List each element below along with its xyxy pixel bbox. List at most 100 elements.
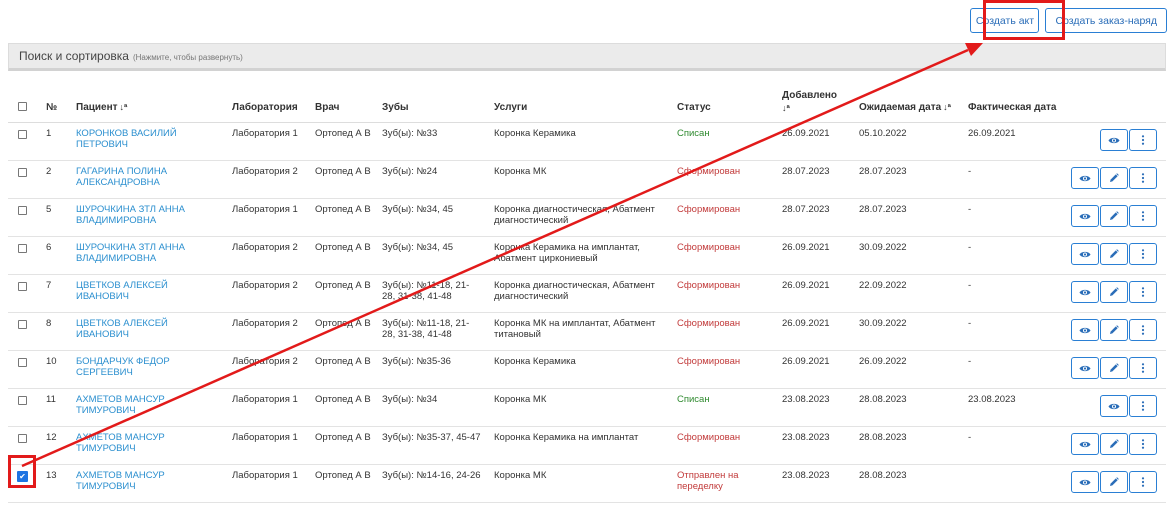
table-row: 12 АХМЕТОВ МАНСУР ТИМУРОВИЧ Лаборатория 1 О… xyxy=(8,426,1166,465)
more-actions-button[interactable] xyxy=(1129,167,1157,189)
expected-date-cell: 28.08.2023 xyxy=(859,394,907,405)
view-button[interactable] xyxy=(1100,395,1128,417)
added-date-cell: 26.09.2021 xyxy=(782,242,830,253)
pencil-icon xyxy=(1109,287,1119,297)
patient-link[interactable]: ГАГАРИНА ПОЛИНА АЛЕКСАНДРОВНА xyxy=(76,166,206,188)
lab-cell: Лаборатория 1 xyxy=(232,204,298,215)
edit-button[interactable] xyxy=(1100,319,1128,341)
edit-button[interactable] xyxy=(1100,357,1128,379)
view-button[interactable] xyxy=(1071,357,1099,379)
row-checkbox[interactable] xyxy=(18,320,27,329)
row-checkbox[interactable] xyxy=(18,130,27,139)
row-checkbox[interactable] xyxy=(18,244,27,253)
lab-cell: Лаборатория 2 xyxy=(232,356,298,367)
search-sort-panel[interactable]: Поиск и сортировка (Нажмите, чтобы разве… xyxy=(8,43,1166,71)
patient-link[interactable]: ШУРОЧКИНА ЗТЛ АННА ВЛАДИМИРОВНА xyxy=(76,242,206,264)
actual-date-cell: - xyxy=(968,280,972,291)
patient-link[interactable]: ЦВЕТКОВ АЛЕКСЕЙ ИВАНОВИЧ xyxy=(76,318,206,340)
more-actions-button[interactable] xyxy=(1129,357,1157,379)
eye-icon xyxy=(1079,440,1091,449)
row-checkbox[interactable] xyxy=(18,358,27,367)
view-button[interactable] xyxy=(1071,471,1099,493)
view-button[interactable] xyxy=(1071,167,1099,189)
kebab-menu-icon xyxy=(1141,363,1145,373)
teeth-cell: Зуб(ы): №34, 45 xyxy=(382,242,454,253)
sort-icon: ↓ª xyxy=(119,102,128,112)
actual-date-cell: - xyxy=(968,356,972,367)
row-checkbox[interactable] xyxy=(18,282,27,291)
row-number: 1 xyxy=(46,128,52,139)
kebab-menu-icon xyxy=(1141,249,1145,259)
more-actions-button[interactable] xyxy=(1129,471,1157,493)
patient-link[interactable]: АХМЕТОВ МАНСУР ТИМУРОВИЧ xyxy=(76,470,206,492)
pencil-icon xyxy=(1109,173,1119,183)
view-button[interactable] xyxy=(1071,433,1099,455)
kebab-menu-icon xyxy=(1141,401,1145,411)
pencil-icon xyxy=(1109,439,1119,449)
select-all-checkbox[interactable] xyxy=(18,102,27,111)
row-checkbox[interactable] xyxy=(18,434,27,443)
view-button[interactable] xyxy=(1100,129,1128,151)
create-act-button[interactable]: Создать акт xyxy=(970,8,1040,33)
more-actions-button[interactable] xyxy=(1129,395,1157,417)
view-button[interactable] xyxy=(1071,205,1099,227)
added-date-cell: 26.09.2021 xyxy=(782,356,830,367)
patient-link[interactable]: КОРОНКОВ ВАСИЛИЙ ПЕТРОВИЧ xyxy=(76,128,206,150)
column-patient-label: Пациент xyxy=(76,102,118,113)
row-checkbox[interactable] xyxy=(18,396,27,405)
edit-button[interactable] xyxy=(1100,281,1128,303)
pencil-icon xyxy=(1109,325,1119,335)
pencil-icon xyxy=(1109,363,1119,373)
doctor-cell: Ортопед А В xyxy=(315,166,371,177)
row-actions xyxy=(1071,433,1157,455)
row-number: 5 xyxy=(46,204,52,215)
column-patient[interactable]: Пациент ↓ª xyxy=(76,102,127,113)
view-button[interactable] xyxy=(1071,281,1099,303)
eye-icon xyxy=(1079,364,1091,373)
more-actions-button[interactable] xyxy=(1129,319,1157,341)
more-actions-button[interactable] xyxy=(1129,433,1157,455)
eye-icon xyxy=(1079,478,1091,487)
view-button[interactable] xyxy=(1071,243,1099,265)
teeth-cell: Зуб(ы): №24 xyxy=(382,166,438,177)
patient-link[interactable]: АХМЕТОВ МАНСУР ТИМУРОВИЧ xyxy=(76,394,206,416)
more-actions-button[interactable] xyxy=(1129,129,1157,151)
edit-button[interactable] xyxy=(1100,167,1128,189)
kebab-menu-icon xyxy=(1141,211,1145,221)
status-cell: Сформирован xyxy=(677,318,741,329)
view-button[interactable] xyxy=(1071,319,1099,341)
actual-date-cell: - xyxy=(968,204,972,215)
kebab-menu-icon xyxy=(1141,287,1145,297)
table-row: 1 КОРОНКОВ ВАСИЛИЙ ПЕТРОВИЧ Лаборатория 1 О… xyxy=(8,122,1166,161)
edit-button[interactable] xyxy=(1100,205,1128,227)
patient-link[interactable]: ШУРОЧКИНА ЗТЛ АННА ВЛАДИМИРОВНА xyxy=(76,204,206,226)
column-added[interactable]: Добавлено ↓ª xyxy=(782,90,852,115)
column-expected[interactable]: Ожидаемая дата ↓ª xyxy=(859,102,951,113)
teeth-cell: Зуб(ы): №35-36 xyxy=(382,356,451,367)
doctor-cell: Ортопед А В xyxy=(315,356,371,367)
row-checkbox[interactable]: ✔ xyxy=(17,471,28,482)
patient-link[interactable]: АХМЕТОВ МАНСУР ТИМУРОВИЧ xyxy=(76,432,206,454)
kebab-menu-icon xyxy=(1141,135,1145,145)
row-checkbox[interactable] xyxy=(18,168,27,177)
more-actions-button[interactable] xyxy=(1129,281,1157,303)
actual-date-cell: - xyxy=(968,242,972,253)
edit-button[interactable] xyxy=(1100,433,1128,455)
create-order-button[interactable]: Создать заказ-наряд xyxy=(1045,8,1167,33)
row-checkbox[interactable] xyxy=(18,206,27,215)
patient-link[interactable]: ЦВЕТКОВ АЛЕКСЕЙ ИВАНОВИЧ xyxy=(76,280,206,302)
services-cell: Коронка МК на имплантат, Абатмент титано… xyxy=(494,318,656,340)
teeth-cell: Зуб(ы): №35-37, 45-47 xyxy=(382,432,481,443)
added-date-cell: 23.08.2023 xyxy=(782,432,830,443)
more-actions-button[interactable] xyxy=(1129,243,1157,265)
more-actions-button[interactable] xyxy=(1129,205,1157,227)
status-cell: Сформирован xyxy=(677,204,741,215)
doctor-cell: Ортопед А В xyxy=(315,280,371,291)
added-date-cell: 26.09.2021 xyxy=(782,128,830,139)
added-date-cell: 23.08.2023 xyxy=(782,470,830,481)
edit-button[interactable] xyxy=(1100,471,1128,493)
table-row: 8 ЦВЕТКОВ АЛЕКСЕЙ ИВАНОВИЧ Лаборатория 2 Ор… xyxy=(8,312,1166,351)
status-cell: Сформирован xyxy=(677,242,741,253)
edit-button[interactable] xyxy=(1100,243,1128,265)
patient-link[interactable]: БОНДАРЧУК ФЕДОР СЕРГЕЕВИЧ xyxy=(76,356,206,378)
